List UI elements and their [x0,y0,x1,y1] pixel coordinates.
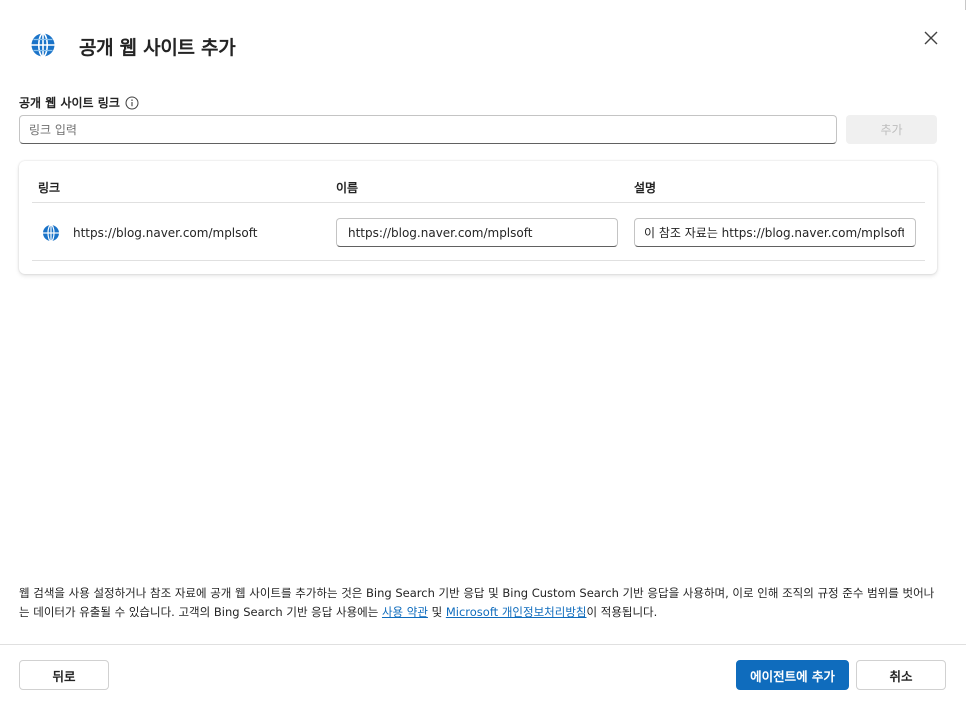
disclaimer-text-middle: 및 [427,605,446,619]
disclaimer-text-after: 이 적용됩니다. [586,605,658,619]
terms-of-use-link[interactable]: 사용 약관 [382,605,428,619]
privacy-statement-link[interactable]: Microsoft 개인정보처리방침 [446,605,587,619]
table-row-link: https://blog.naver.com/mplsoft [73,226,258,240]
column-header-description: 설명 [634,181,657,195]
globe-icon [31,32,55,58]
add-to-agent-button[interactable]: 에이전트에 추가 [736,660,849,690]
dialog-title: 공개 웹 사이트 추가 [79,37,236,59]
back-button[interactable]: 뒤로 [19,660,109,690]
close-icon [924,31,938,45]
info-icon[interactable] [125,96,139,110]
website-description-input[interactable] [634,218,916,247]
table-header-divider [32,202,925,203]
globe-icon [43,224,59,242]
table-row-divider [32,260,925,261]
add-public-website-dialog: 공개 웹 사이트 추가 공개 웹 사이트 링크 추가 링크 이름 설명 http… [0,0,966,703]
column-header-link: 링크 [38,181,61,195]
column-header-name: 이름 [336,181,359,195]
add-link-button[interactable]: 추가 [846,115,937,144]
website-name-input[interactable] [336,218,618,247]
link-input[interactable] [19,115,837,144]
link-field-label-text: 공개 웹 사이트 링크 [19,96,120,110]
footer-divider [0,644,966,645]
link-field-label: 공개 웹 사이트 링크 [19,94,139,111]
website-table: 링크 이름 설명 https://blog.naver.com/mplsoft [19,161,937,274]
close-button[interactable] [919,26,943,50]
cancel-button[interactable]: 취소 [856,660,946,690]
disclaimer-text: 웹 검색을 사용 설정하거나 참조 자료에 공개 웹 사이트를 추가하는 것은 … [19,584,937,622]
